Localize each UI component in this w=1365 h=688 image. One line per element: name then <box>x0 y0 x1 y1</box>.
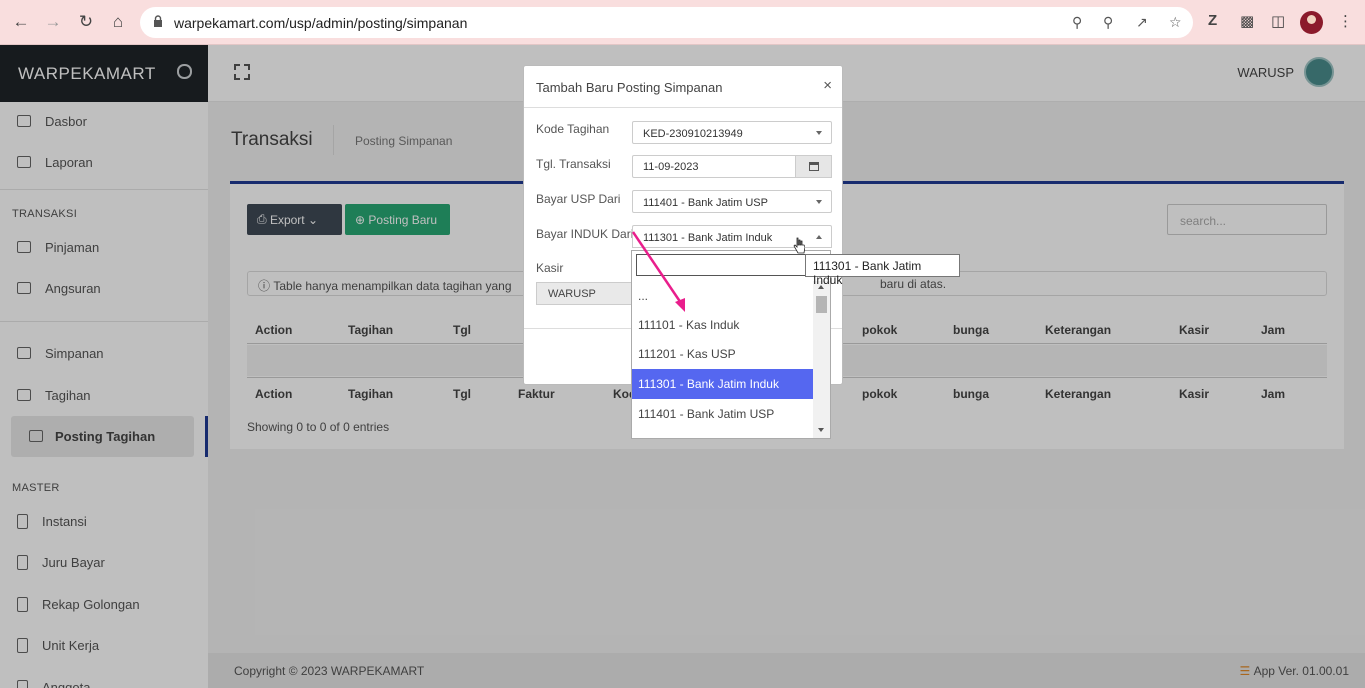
tgl-transaksi-input[interactable]: 11-09-2023 <box>632 155 796 178</box>
zoom-icon[interactable]: ⚲ <box>1103 14 1113 31</box>
kasir-input: WARUSP <box>536 282 636 305</box>
side-panel-icon[interactable]: ◫ <box>1271 12 1285 30</box>
dropdown-option-selected[interactable]: 111301 - Bank Jatim Induk <box>632 369 813 399</box>
annotation-arrow <box>631 231 685 312</box>
bayar-usp-label: Bayar USP Dari <box>536 192 621 206</box>
kasir-label: Kasir <box>536 261 564 275</box>
menu-kebab-icon[interactable]: ⋮ <box>1338 12 1353 30</box>
bayar-usp-value: 111401 - Bank Jatim USP <box>643 197 768 209</box>
browser-toolbar: ← → ↻ ⌂ warpekamart.com/usp/admin/postin… <box>0 0 1365 45</box>
close-icon[interactable]: × <box>823 77 832 94</box>
bayar-usp-select[interactable]: 111401 - Bank Jatim USP <box>632 190 832 213</box>
tgl-transaksi-label: Tgl. Transaksi <box>536 157 611 171</box>
option-tooltip: 111301 - Bank Jatim Induk <box>805 254 960 287</box>
key-icon[interactable]: ⚲ <box>1072 14 1082 31</box>
url-text: warpekamart.com/usp/admin/posting/simpan… <box>174 15 468 31</box>
caret-down-icon <box>816 200 822 204</box>
dropdown-option[interactable]: 111401 - Bank Jatim USP <box>632 400 813 428</box>
share-icon[interactable]: ↗ <box>1136 14 1148 31</box>
reload-icon[interactable]: ↻ <box>75 11 97 33</box>
bookmark-star-icon[interactable]: ☆ <box>1169 14 1182 31</box>
calendar-button[interactable] <box>795 155 832 178</box>
kode-tagihan-select[interactable]: KED-230910213949 <box>632 121 832 144</box>
forward-icon[interactable]: → <box>42 11 64 33</box>
extensions-puzzle-icon[interactable]: ▩ <box>1240 12 1254 30</box>
dropdown-scrollbar[interactable] <box>813 281 830 438</box>
hand-cursor-icon <box>793 237 805 254</box>
home-icon[interactable]: ⌂ <box>107 11 129 33</box>
extension-z-icon[interactable]: Z <box>1208 12 1217 29</box>
modal-title: Tambah Baru Posting Simpanan <box>536 80 723 95</box>
caret-down-icon <box>816 131 822 135</box>
kode-tagihan-label: Kode Tagihan <box>536 122 610 136</box>
modal-header: Tambah Baru Posting Simpanan × <box>524 66 842 108</box>
scroll-down-icon[interactable] <box>818 428 824 432</box>
scrollbar-thumb[interactable] <box>816 296 827 313</box>
caret-up-icon <box>816 235 822 239</box>
dropdown-option[interactable]: 111201 - Kas USP <box>632 340 813 368</box>
profile-avatar-icon[interactable] <box>1300 11 1323 34</box>
lock-icon <box>154 15 162 27</box>
kode-tagihan-value: KED-230910213949 <box>643 128 743 140</box>
address-bar[interactable]: warpekamart.com/usp/admin/posting/simpan… <box>140 7 1193 38</box>
bayar-induk-label: Bayar INDUK Dari <box>536 227 634 241</box>
calendar-icon <box>808 162 819 171</box>
back-icon[interactable]: ← <box>10 11 32 33</box>
